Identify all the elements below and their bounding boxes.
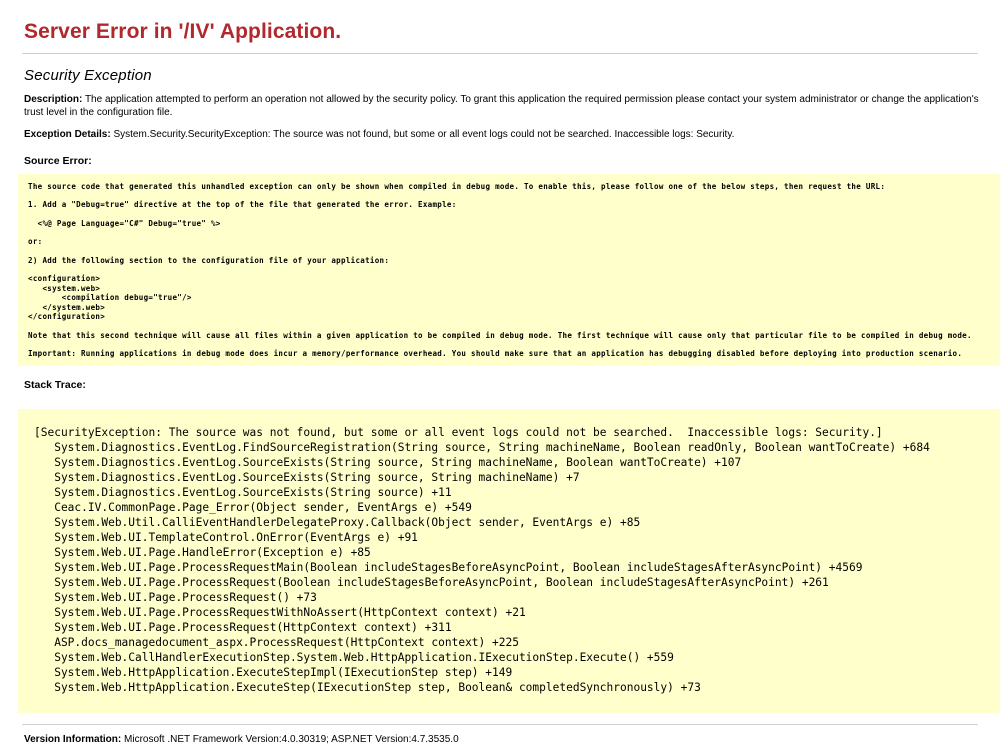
source-error-line: 2) Add the following section to the conf… [18,257,1000,265]
stack-trace-label: Stack Trace: [24,379,1000,391]
version-information-text: Microsoft .NET Framework Version:4.0.303… [124,734,459,745]
description-paragraph: Description: The application attempted t… [24,94,1000,119]
stack-trace-line: Ceac.IV.CommonPage.Page_Error(Object sen… [18,500,1000,515]
exception-details-paragraph: Exception Details: System.Security.Secur… [24,129,1000,142]
stack-trace-line: System.Diagnostics.EventLog.SourceExists… [18,455,1000,470]
footer-divider [22,724,978,725]
stack-trace-line: ASP.docs_managedocument_aspx.ProcessRequ… [18,635,1000,650]
source-error-line: Important: Running applications in debug… [18,350,1000,358]
source-error-line: <compilation debug="true"/> [18,294,1000,302]
stack-trace-box: [SecurityException: The source was not f… [18,409,1000,714]
source-error-label: Source Error: [24,155,1000,167]
source-error-line: </configuration> [18,313,1000,321]
stack-trace-line: System.Diagnostics.EventLog.SourceExists… [18,470,1000,485]
source-error-line: </system.web> [18,304,1000,312]
stack-trace-line: System.Web.HttpApplication.ExecuteStep(I… [18,680,1000,695]
source-error-line: or: [18,238,1000,246]
version-information-label: Version Information: [24,734,121,745]
description-label: Description: [24,94,82,105]
error-page: Server Error in '/IV' Application. Secur… [0,20,1000,745]
stack-trace-line: System.Web.UI.Page.ProcessRequestMain(Bo… [18,560,1000,575]
source-error-line: 1. Add a "Debug=true" directive at the t… [18,201,1000,209]
source-error-line: <system.web> [18,285,1000,293]
stack-trace-line: [SecurityException: The source was not f… [18,425,1000,440]
source-error-line: <%@ Page Language="C#" Debug="true" %> [18,220,1000,228]
stack-trace-line: System.Web.Util.CalliEventHandlerDelegat… [18,515,1000,530]
stack-trace-line: System.Web.UI.Page.ProcessRequest() +73 [18,590,1000,605]
stack-trace-line: System.Web.UI.Page.ProcessRequest(HttpCo… [18,620,1000,635]
version-information: Version Information: Microsoft .NET Fram… [24,734,1000,745]
stack-trace-line: System.Web.UI.TemplateControl.OnError(Ev… [18,530,1000,545]
stack-trace-line: System.Diagnostics.EventLog.SourceExists… [18,485,1000,500]
stack-trace-line: System.Diagnostics.EventLog.FindSourceRe… [18,440,1000,455]
stack-trace-line: System.Web.UI.Page.HandleError(Exception… [18,545,1000,560]
stack-trace-line: System.Web.UI.Page.ProcessRequestWithNoA… [18,605,1000,620]
source-error-line: <configuration> [18,275,1000,283]
source-error-box: The source code that generated this unha… [18,174,1000,366]
source-error-line: The source code that generated this unha… [18,183,1000,191]
stack-trace-line: System.Web.HttpApplication.ExecuteStepIm… [18,665,1000,680]
title-divider [22,53,978,54]
stack-trace-line: System.Web.UI.Page.ProcessRequest(Boolea… [18,575,1000,590]
page-title: Server Error in '/IV' Application. [24,20,1000,44]
exception-type-heading: Security Exception [24,67,1000,84]
exception-details-label: Exception Details: [24,129,111,140]
stack-trace-line: System.Web.CallHandlerExecutionStep.Syst… [18,650,1000,665]
description-text: The application attempted to perform an … [24,94,979,118]
exception-details-text: System.Security.SecurityException: The s… [113,129,734,140]
source-error-line: Note that this second technique will cau… [18,332,1000,340]
